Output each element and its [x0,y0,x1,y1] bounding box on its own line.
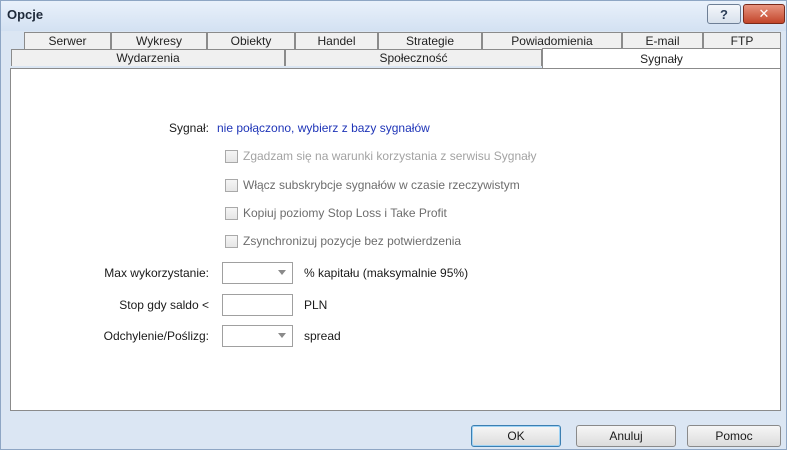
stop-balance-input[interactable] [222,294,293,316]
tab-spolecznosc[interactable]: Społeczność [285,49,542,66]
signal-status-link[interactable]: nie połączono, wybierz z bazy sygnałów [217,121,430,135]
help-button[interactable]: Pomoc [687,425,781,447]
signal-label: Sygnał: [168,121,209,135]
tab-wydarzenia[interactable]: Wydarzenia [11,49,285,66]
max-usage-suffix: % kapitału (maksymalnie 95%) [304,266,469,280]
close-icon: ✕ [758,6,770,21]
realtime-subscription-checkbox[interactable] [225,179,238,192]
deviation-suffix: spread [304,329,341,343]
tab-powiadomienia[interactable]: Powiadomienia [482,32,622,49]
signals-panel: Sygnał: nie połączono, wybierz z bazy sy… [10,68,781,411]
help-title-button[interactable]: ? [707,4,741,24]
max-usage-label: Max wykorzystanie: [104,266,209,280]
title-bar: Opcje ? ✕ [1,1,786,31]
copy-sl-tp-checkbox[interactable] [225,207,238,220]
ok-button[interactable]: OK [471,425,561,447]
options-dialog: Opcje ? ✕ Serwer Wykresy Obiekty Handel … [0,0,787,450]
copy-sl-tp-label: Kopiuj poziomy Stop Loss i Take Profit [243,206,447,220]
tab-sygnaly[interactable]: Sygnały [542,48,781,68]
question-mark-icon: ? [720,6,728,22]
deviation-label: Odchylenie/Poślizg: [103,329,209,343]
stop-balance-label: Stop gdy saldo < [119,298,209,312]
sync-positions-label: Zsynchronizuj pozycje bez potwierdzenia [243,234,462,248]
tab-handel[interactable]: Handel [295,32,378,49]
accept-terms-label: Zgadzam się na warunki korzystania z ser… [243,149,537,163]
stop-balance-suffix: PLN [304,298,328,312]
chevron-down-icon [278,333,286,338]
close-button[interactable]: ✕ [743,4,785,24]
tab-obiekty[interactable]: Obiekty [207,32,295,49]
max-usage-select[interactable] [222,262,293,284]
tab-ftp[interactable]: FTP [703,32,781,49]
window-title: Opcje [7,7,44,22]
tab-serwer[interactable]: Serwer [24,32,111,49]
chevron-down-icon [278,270,286,275]
sync-positions-checkbox[interactable] [225,235,238,248]
tab-email[interactable]: E-mail [622,32,703,49]
tab-wykresy[interactable]: Wykresy [111,32,207,49]
tab-strategie[interactable]: Strategie [378,32,482,49]
realtime-subscription-label: Włącz subskrybcje sygnałów w czasie rzec… [243,178,520,192]
cancel-button[interactable]: Anuluj [576,425,676,447]
accept-terms-checkbox[interactable] [225,150,238,163]
deviation-select[interactable] [222,325,293,347]
